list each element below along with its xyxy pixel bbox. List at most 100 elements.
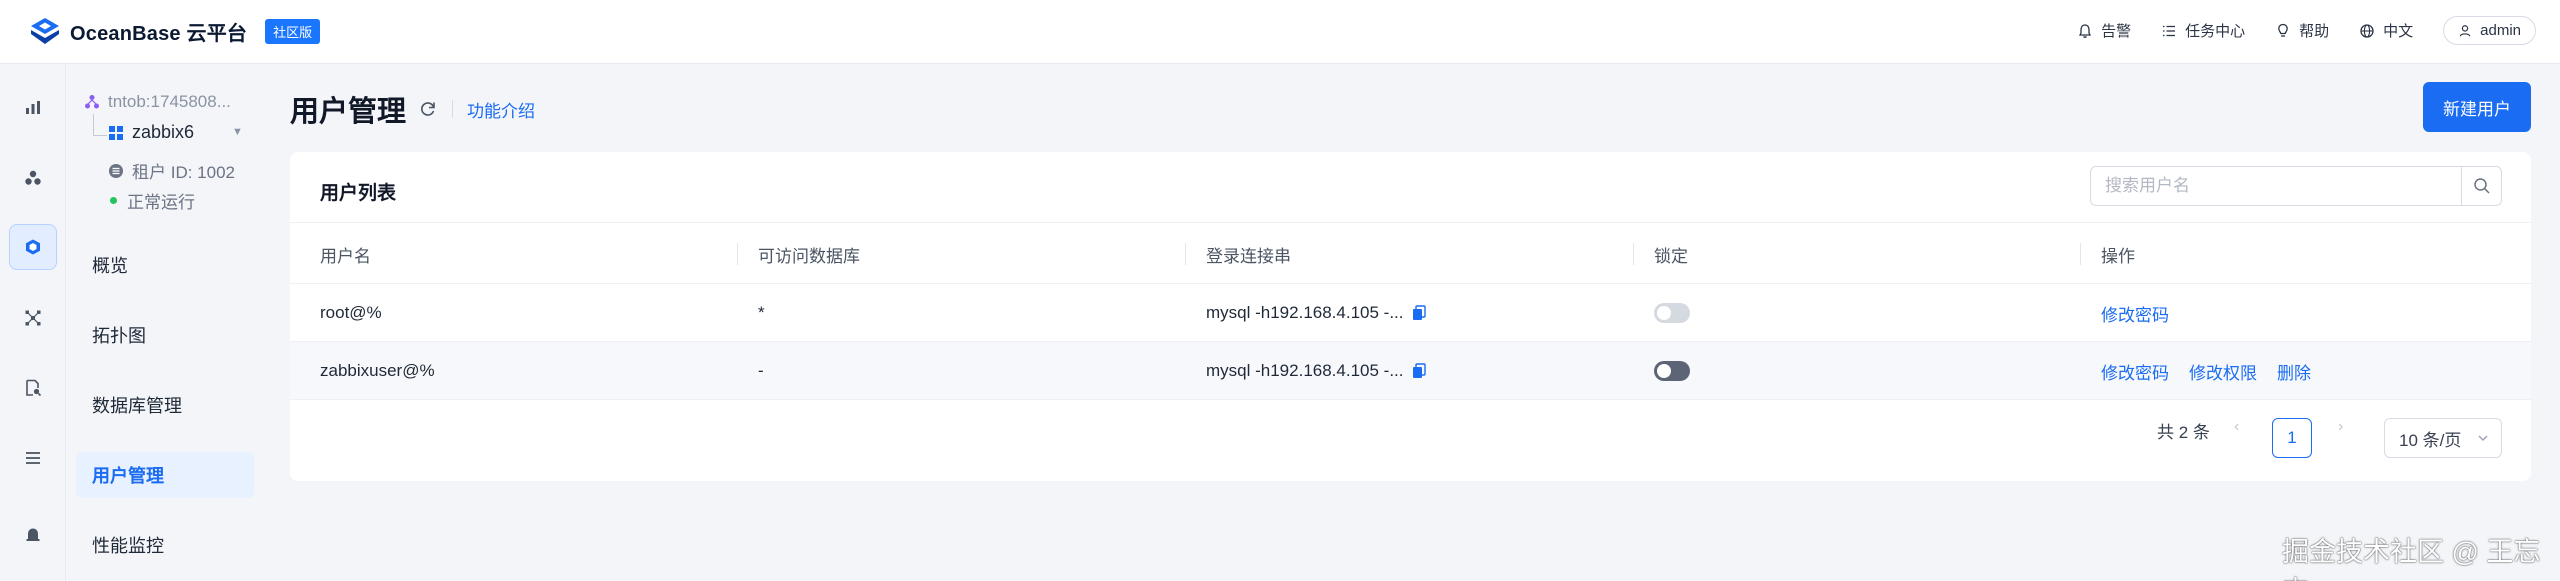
copy-icon[interactable]: [1412, 363, 1426, 379]
tenant-id-icon: [109, 163, 123, 178]
change-password-link[interactable]: 修改密码: [2101, 359, 2169, 384]
alerts-button[interactable]: 告警: [2077, 20, 2131, 41]
pagination-controls: ‹: [2234, 418, 2239, 436]
rail-tenant-button[interactable]: [9, 224, 57, 270]
cell-username: root@%: [320, 303, 382, 322]
list-icon: [2163, 25, 2176, 36]
tenant-selector[interactable]: tntob:1745808...: [84, 92, 231, 112]
copy-icon[interactable]: [1412, 305, 1426, 321]
cell-databases: *: [758, 303, 765, 322]
cell-connection: mysql -h192.168.4.105 -...: [1206, 284, 1426, 342]
page-number-wrap: 1: [2272, 418, 2312, 458]
refresh-icon[interactable]: [418, 99, 438, 119]
cell-connection: mysql -h192.168.4.105 -...: [1206, 342, 1426, 400]
page-size-wrap: 10 条/页: [2384, 418, 2502, 458]
connection-string: mysql -h192.168.4.105 -...: [1206, 303, 1404, 322]
cell-username: zabbixuser@%: [320, 361, 435, 380]
rail-menu-button[interactable]: [17, 442, 49, 474]
user-icon: [2459, 24, 2471, 37]
cell-actions: 修改密码 修改权限 删除: [2101, 342, 2331, 400]
rail-overview-button[interactable]: [17, 92, 49, 124]
bar-chart-icon: [26, 101, 40, 114]
help-label: 帮助: [2299, 23, 2330, 40]
lock-toggle[interactable]: [1654, 303, 1690, 323]
lightbulb-icon: [2278, 23, 2288, 37]
page-size-select[interactable]: 10 条/页: [2384, 418, 2502, 458]
rail-cluster-button[interactable]: [17, 162, 49, 194]
network-icon: [25, 310, 41, 326]
cluster-name: zabbix6: [132, 122, 195, 142]
title-divider: [452, 100, 454, 118]
tenant-sidebar: tntob:1745808... zabbix6 ▼ 租户 ID: 1002 正…: [66, 64, 262, 581]
search-input[interactable]: [2091, 167, 2461, 205]
edition-badge: 社区版: [265, 18, 321, 44]
user-list-card: 用户列表 用户名 可访问数据库 登录连接串 锁定 操作 root@% * mys…: [290, 152, 2531, 481]
change-password-link[interactable]: 修改密码: [2101, 301, 2169, 326]
page-title: 用户管理: [290, 96, 407, 128]
oceanbase-logo-icon: [31, 18, 59, 44]
chevron-down-icon: [2478, 435, 2488, 441]
column-header-databases[interactable]: 可访问数据库: [758, 223, 860, 285]
tenant-tree-icon: [85, 95, 99, 109]
nav-item-user-management[interactable]: 用户管理: [76, 452, 254, 498]
rail-audit-button[interactable]: [17, 372, 49, 404]
column-header-connection[interactable]: 登录连接串: [1206, 223, 1291, 285]
task-center-label: 任务中心: [2185, 23, 2246, 40]
cube-icon: [26, 239, 40, 255]
column-header-locked[interactable]: 锁定: [1654, 223, 1688, 285]
bell-icon: [2079, 23, 2092, 38]
column-divider: [737, 243, 738, 265]
chevron-down-icon[interactable]: ▼: [232, 126, 243, 138]
tenant-name: tntob:1745808...: [108, 92, 231, 111]
total-count: 共 2 条: [2157, 423, 2210, 442]
status-text: 正常运行: [127, 193, 195, 212]
grid-apps-icon: [109, 125, 123, 140]
page-header: 用户管理 功能介绍: [290, 88, 535, 130]
search-button[interactable]: [2461, 167, 2501, 205]
column-header-actions[interactable]: 操作: [2101, 223, 2135, 285]
next-page-wrap: ›: [2338, 418, 2343, 436]
tenant-id-info: 租户 ID: 1002: [108, 158, 235, 183]
help-button[interactable]: 帮助: [2275, 20, 2329, 41]
tree-connector: [93, 114, 107, 136]
alarm-icon: [26, 528, 40, 541]
new-user-button[interactable]: 新建用户: [2423, 82, 2531, 132]
change-permission-link[interactable]: 修改权限: [2189, 359, 2257, 384]
delete-user-link[interactable]: 删除: [2277, 359, 2311, 384]
cell-databases: -: [758, 361, 764, 380]
cell-locked: [1654, 284, 1690, 342]
language-label: 中文: [2383, 23, 2414, 40]
cell-locked: [1654, 342, 1690, 400]
cluster-icon: [25, 170, 41, 185]
icon-rail: [0, 64, 66, 581]
feature-intro-link[interactable]: 功能介绍: [467, 97, 535, 122]
page-number-button[interactable]: 1: [2272, 418, 2312, 458]
next-page-icon[interactable]: ›: [2338, 418, 2343, 436]
task-center-button[interactable]: 任务中心: [2161, 20, 2245, 41]
lock-toggle[interactable]: [1654, 361, 1690, 381]
cluster-selector[interactable]: zabbix6: [108, 122, 194, 143]
alerts-label: 告警: [2101, 23, 2132, 40]
rail-topology-button[interactable]: [17, 302, 49, 334]
tenant-status: 正常运行: [110, 188, 195, 213]
column-header-username[interactable]: 用户名: [320, 223, 371, 285]
language-button[interactable]: 中文: [2359, 20, 2413, 41]
page-size-value: 10 条/页: [2399, 430, 2462, 450]
rail-alarm-button[interactable]: [17, 518, 49, 550]
top-actions: 告警 任务中心 帮助 中文 admin: [2077, 16, 2536, 45]
table-row: zabbixuser@% - mysql -h192.168.4.105 -..…: [290, 342, 2531, 400]
nav-item-topology[interactable]: 拓扑图: [76, 312, 254, 358]
nav-item-database-management[interactable]: 数据库管理: [76, 382, 254, 428]
nav-item-overview[interactable]: 概览: [76, 242, 254, 288]
nav-item-performance-monitoring[interactable]: 性能监控: [76, 522, 254, 568]
user-menu-button[interactable]: admin: [2443, 16, 2536, 45]
user-name: admin: [2480, 22, 2521, 39]
cell-actions: 修改密码: [2101, 284, 2189, 342]
user-list-title: 用户列表: [320, 183, 397, 204]
connection-string: mysql -h192.168.4.105 -...: [1206, 361, 1404, 380]
menu-icon: [26, 452, 40, 464]
status-dot: [110, 197, 117, 204]
brand-logo[interactable]: OceanBase 云平台 社区版: [28, 16, 321, 46]
tenant-id-text: 租户 ID: 1002: [132, 163, 235, 182]
prev-page-icon[interactable]: ‹: [2234, 418, 2239, 436]
